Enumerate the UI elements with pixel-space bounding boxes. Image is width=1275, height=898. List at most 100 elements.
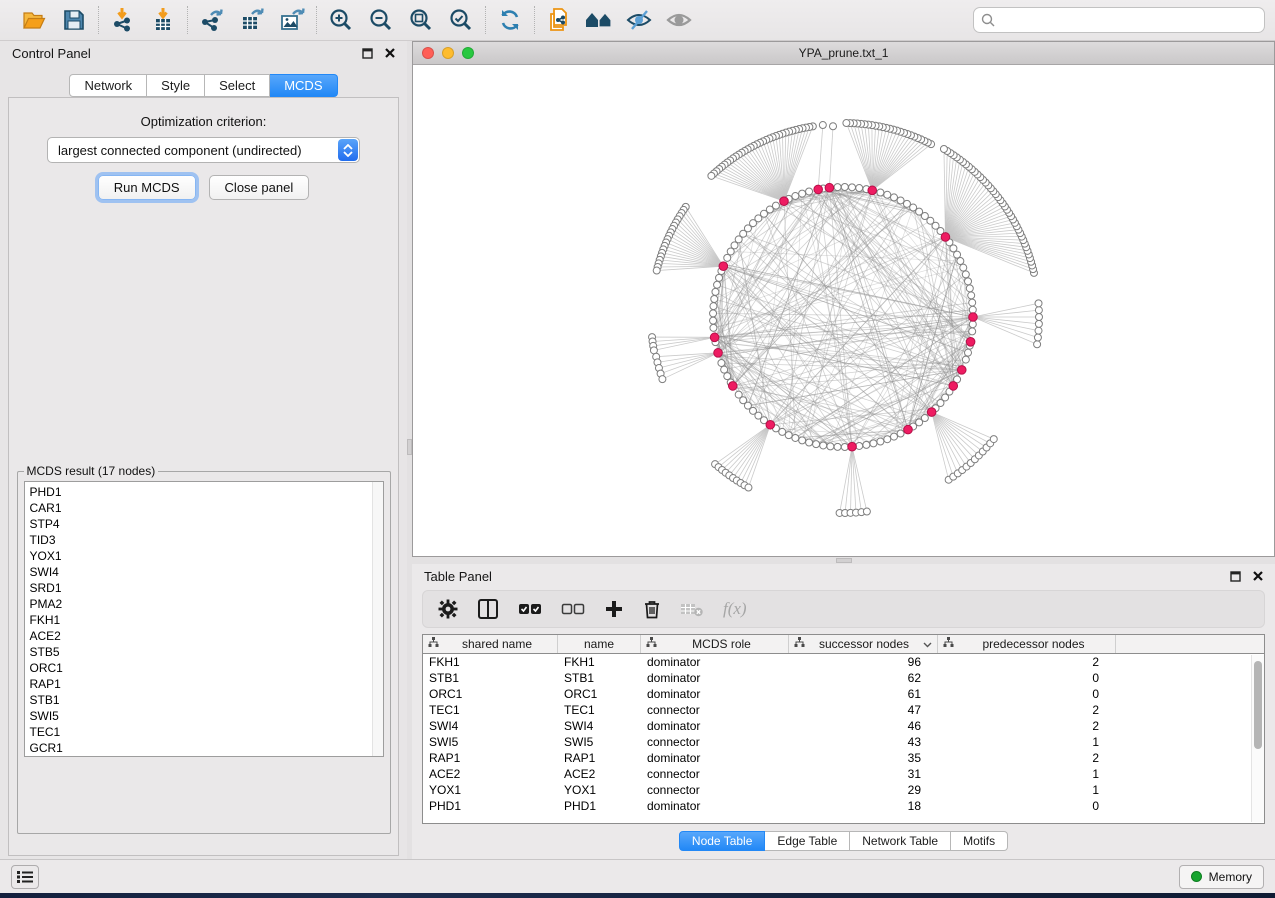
list-item[interactable]: SRD1 (30, 580, 369, 596)
network-graph[interactable] (413, 65, 1274, 555)
column-header-successor-nodes[interactable]: successor nodes (789, 635, 938, 653)
control-panel-header: Control Panel (0, 41, 407, 65)
tab-node-table[interactable]: Node Table (679, 831, 766, 851)
list-item[interactable]: STP4 (30, 516, 369, 532)
column-settings-icon[interactable] (438, 599, 458, 619)
table-row[interactable]: FKH1FKH1dominator962 (423, 654, 1264, 670)
list-item[interactable]: SWI5 (30, 708, 369, 724)
tab-network[interactable]: Network (69, 74, 147, 97)
column-header-predecessor-nodes[interactable]: predecessor nodes (938, 635, 1116, 653)
zoom-out-icon[interactable] (366, 5, 396, 35)
list-item[interactable]: PHD1 (30, 484, 369, 500)
horizontal-splitter[interactable] (412, 557, 1275, 564)
network-window-titlebar[interactable]: YPA_prune.txt_1 (413, 42, 1274, 65)
list-item[interactable]: GCR1 (30, 740, 369, 756)
list-item[interactable]: TID3 (30, 532, 369, 548)
run-mcds-button[interactable]: Run MCDS (98, 175, 196, 200)
tab-motifs[interactable]: Motifs (951, 831, 1008, 851)
list-item[interactable]: CAR1 (30, 500, 369, 516)
table-row[interactable]: ACE2ACE2connector311 (423, 766, 1264, 782)
tab-network-table[interactable]: Network Table (850, 831, 951, 851)
splitter-handle[interactable] (836, 558, 852, 563)
table-row[interactable]: STB1STB1dominator620 (423, 670, 1264, 686)
tab-mcds[interactable]: MCDS (270, 74, 337, 97)
table-row[interactable]: ORC1ORC1dominator610 (423, 686, 1264, 702)
close-panel-icon[interactable] (385, 48, 395, 58)
list-item[interactable]: STB1 (30, 692, 369, 708)
close-panel-button[interactable]: Close panel (209, 175, 310, 200)
node-table: shared namenameMCDS rolesuccessor nodesp… (422, 634, 1265, 824)
show-all-icon[interactable] (664, 5, 694, 35)
column-header-name[interactable]: name (558, 635, 641, 653)
vertical-splitter[interactable] (407, 41, 412, 859)
cell: SWI4 (423, 719, 558, 733)
cell: 29 (789, 783, 938, 797)
task-history-button[interactable] (11, 865, 39, 889)
table-row[interactable]: TEC1TEC1connector472 (423, 702, 1264, 718)
clone-network-icon[interactable] (544, 5, 574, 35)
scrollbar-thumb[interactable] (1254, 661, 1262, 749)
search-icon (981, 13, 995, 27)
zoom-fit-icon[interactable] (406, 5, 436, 35)
list-item[interactable]: STB5 (30, 644, 369, 660)
float-panel-icon[interactable] (1230, 571, 1241, 582)
cell: FKH1 (423, 655, 558, 669)
export-network-icon[interactable] (197, 5, 227, 35)
tab-style[interactable]: Style (147, 74, 205, 97)
split-view-icon[interactable] (477, 599, 499, 619)
optimization-dropdown[interactable]: largest connected component (undirected) (47, 137, 360, 163)
list-item[interactable]: YOX1 (30, 548, 369, 564)
zoom-group (317, 5, 485, 35)
table-scrollbar[interactable] (1251, 655, 1264, 822)
column-header-MCDS-role[interactable]: MCDS role (641, 635, 789, 653)
import-network-icon[interactable] (108, 5, 138, 35)
list-item[interactable]: ACE2 (30, 628, 369, 644)
cell: 96 (789, 655, 938, 669)
delete-column-icon[interactable] (643, 599, 661, 619)
zoom-selected-icon[interactable] (446, 5, 476, 35)
table-row[interactable]: YOX1YOX1connector291 (423, 782, 1264, 798)
list-item[interactable]: FKH1 (30, 612, 369, 628)
cell: FKH1 (558, 655, 641, 669)
list-item[interactable]: PMA2 (30, 596, 369, 612)
save-session-icon[interactable] (59, 5, 89, 35)
deselect-all-icon[interactable] (561, 600, 585, 618)
tab-edge-table[interactable]: Edge Table (765, 831, 850, 851)
list-item[interactable]: RAP1 (30, 676, 369, 692)
export-image-icon[interactable] (277, 5, 307, 35)
close-window-icon[interactable] (422, 47, 434, 59)
export-table-icon[interactable] (237, 5, 267, 35)
refresh-icon[interactable] (495, 5, 525, 35)
table-row[interactable]: PHD1PHD1dominator180 (423, 798, 1264, 814)
select-all-icon[interactable] (518, 600, 542, 618)
cell: ORC1 (558, 687, 641, 701)
tab-select[interactable]: Select (205, 74, 270, 97)
table-row[interactable]: RAP1RAP1dominator352 (423, 750, 1264, 766)
main-toolbar (0, 0, 1275, 41)
float-panel-icon[interactable] (362, 48, 373, 59)
search-input[interactable] (1001, 12, 1257, 28)
list-scrollbar[interactable] (372, 482, 383, 756)
list-item[interactable]: TEC1 (30, 724, 369, 740)
cell: 46 (789, 719, 938, 733)
table-row[interactable]: SWI4SWI4dominator462 (423, 718, 1264, 734)
add-column-icon[interactable] (604, 599, 624, 619)
network-canvas[interactable] (413, 65, 1274, 556)
splitter-handle[interactable] (407, 439, 412, 455)
zoom-in-icon[interactable] (326, 5, 356, 35)
hide-selected-icon[interactable] (624, 5, 654, 35)
table-panel: Table Panel (412, 564, 1275, 859)
minimize-window-icon[interactable] (442, 47, 454, 59)
import-table-icon[interactable] (148, 5, 178, 35)
memory-button[interactable]: Memory (1179, 865, 1264, 889)
open-session-icon[interactable] (19, 5, 49, 35)
first-neighbors-icon[interactable] (584, 5, 614, 35)
table-row[interactable]: SWI5SWI5connector431 (423, 734, 1264, 750)
cell: 31 (789, 767, 938, 781)
list-item[interactable]: SWI4 (30, 564, 369, 580)
list-item[interactable]: ORC1 (30, 660, 369, 676)
column-header-shared-name[interactable]: shared name (423, 635, 558, 653)
maximize-window-icon[interactable] (462, 47, 474, 59)
close-panel-icon[interactable] (1253, 571, 1263, 581)
mcds-result-list[interactable]: PHD1CAR1STP4TID3YOX1SWI4SRD1PMA2FKH1ACE2… (24, 481, 384, 757)
